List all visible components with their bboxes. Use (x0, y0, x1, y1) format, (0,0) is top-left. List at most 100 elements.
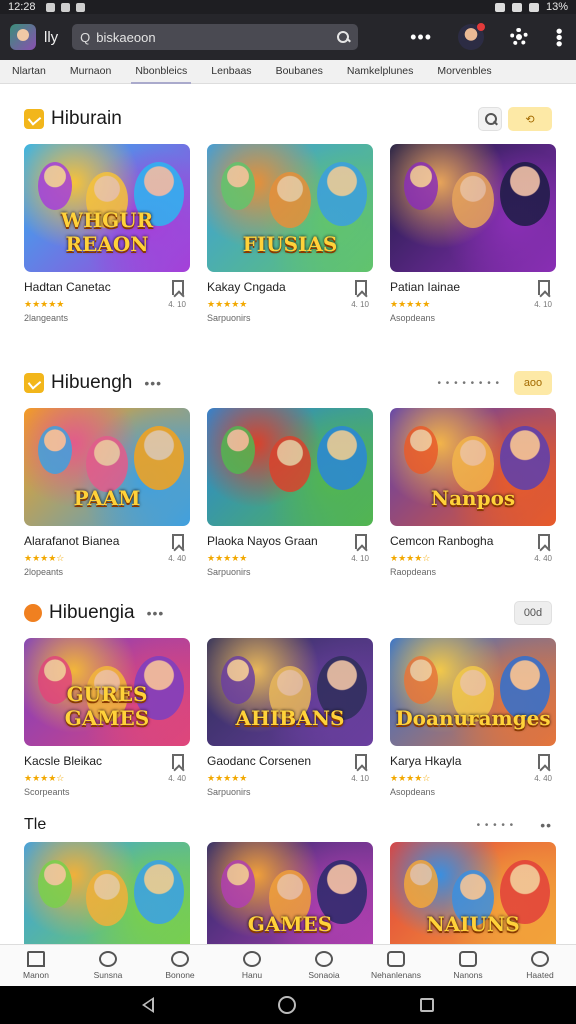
game-thumbnail[interactable]: PAAM (24, 408, 190, 526)
rating-value: 4. 40 (534, 773, 552, 783)
bookmark-icon[interactable] (538, 280, 550, 295)
card-meta: ★★★★★ 4. 10 (207, 298, 373, 310)
more-horizontal-icon[interactable]: ••• (410, 28, 432, 46)
nav-item-1[interactable]: Sunsna (78, 951, 138, 980)
nav-item-7[interactable]: Haated (510, 951, 570, 980)
bookmark-icon[interactable] (538, 754, 550, 769)
section-actions: • • • • • •• (477, 817, 552, 833)
home-circle-icon[interactable] (278, 996, 296, 1014)
section-action-pill[interactable]: 00d (514, 601, 552, 625)
card-meta: ★★★★★ 4. 10 (24, 298, 190, 310)
app-logo-icon[interactable] (10, 24, 36, 50)
section-action-pill[interactable]: aoo (514, 371, 552, 395)
search-input[interactable] (96, 29, 331, 45)
game-card[interactable]: GURES GAMES Kacsle Bleikac ★★★★☆ 4. 40 Sc… (24, 638, 190, 797)
section-search-button[interactable] (478, 107, 502, 131)
game-thumbnail[interactable]: Doanuramges (390, 638, 556, 746)
game-thumbnail[interactable]: Nanpos (390, 408, 556, 526)
character-figure (452, 436, 494, 492)
tab-4[interactable]: Boubanes (276, 60, 323, 84)
character-figure (317, 162, 367, 226)
category-tabs: Nlartan Murnaon Nbonbleics Lenbaas Bouba… (0, 60, 576, 84)
nav-item-2[interactable]: Bonone (150, 951, 210, 980)
game-thumbnail[interactable]: NAIUNS (390, 842, 556, 944)
bookmark-icon[interactable] (355, 534, 367, 549)
character-figure (221, 860, 255, 908)
game-thumbnail[interactable]: AHIBANS (207, 638, 373, 746)
bookmark-icon[interactable] (355, 754, 367, 769)
game-card[interactable]: NAIUNS (390, 842, 556, 944)
game-card[interactable] (24, 842, 190, 944)
search-icon[interactable] (336, 30, 350, 44)
game-card[interactable]: WHGUR REAON Hadtan Canetac ★★★★★ 4. 10 2l… (24, 144, 190, 323)
game-card[interactable]: Plaoka Nayos Graan ★★★★★ 4. 10 Sarpuonirs (207, 408, 373, 577)
more-horizontal-icon[interactable]: ••• (144, 375, 162, 391)
more-horizontal-icon[interactable]: •• (540, 817, 552, 833)
bookmark-icon[interactable] (538, 534, 550, 549)
tab-0[interactable]: Nlartan (12, 60, 46, 84)
card-row: WHGUR REAON Hadtan Canetac ★★★★★ 4. 10 2l… (24, 144, 556, 323)
more-horizontal-icon[interactable]: ••• (147, 605, 165, 621)
character-figure (221, 656, 255, 704)
game-thumbnail[interactable] (390, 144, 556, 272)
nav-item-0[interactable]: Manon (6, 951, 66, 980)
nav-label: Haated (526, 970, 554, 980)
game-card[interactable]: GAMES (207, 842, 373, 944)
bookmark-icon[interactable] (172, 754, 184, 769)
nav-item-4[interactable]: Sonaoia (294, 951, 354, 980)
card-title: Alarafanot Bianea (24, 534, 120, 548)
nav-label: Bonone (165, 970, 195, 980)
nav-item-5[interactable]: Nehanlenans (366, 951, 426, 980)
search-bar[interactable]: Q (72, 24, 359, 50)
section-icon (24, 109, 44, 129)
nav-item-3[interactable]: Hanu (222, 951, 282, 980)
card-title: Kacsle Bleikac (24, 754, 103, 768)
inbox-icon (387, 951, 405, 967)
thumbnail-text: AHIBANS (235, 706, 345, 730)
tab-1[interactable]: Murnaon (70, 60, 111, 84)
gear-icon[interactable] (510, 28, 528, 46)
recent-apps-icon[interactable] (420, 998, 434, 1012)
section-action-pill[interactable]: ⟲ (508, 107, 552, 131)
game-thumbnail[interactable] (24, 842, 190, 944)
section-title: Hibuengh (51, 372, 133, 393)
character-figure (452, 172, 494, 228)
game-card[interactable]: Nanpos Cemcon Ranbogha ★★★★☆ 4. 40 Raopde… (390, 408, 556, 577)
thumbnail-text: WHGUR REAON (60, 208, 154, 256)
status-time: 12:28 (8, 1, 36, 13)
game-thumbnail[interactable] (207, 408, 373, 526)
card-subtitle: Asopdeans (390, 787, 436, 797)
game-card[interactable]: Doanuramges Karya Hkayla ★★★★☆ 4. 40 Asop… (390, 638, 556, 797)
game-thumbnail[interactable]: GURES GAMES (24, 638, 190, 746)
bookmark-icon[interactable] (172, 534, 184, 549)
back-icon[interactable] (142, 997, 154, 1013)
divider-dots: • • • • • • • • (437, 377, 500, 389)
overflow-menu-icon[interactable]: ••• (549, 28, 569, 47)
card-meta: ★★★★☆ 4. 40 (24, 552, 190, 564)
bookmark-icon[interactable] (355, 280, 367, 295)
location-icon (243, 951, 261, 967)
tab-3[interactable]: Lenbaas (211, 60, 251, 84)
game-card[interactable]: PAAM Alarafanot Bianea ★★★★☆ 4. 40 2lopea… (24, 408, 190, 577)
tab-2[interactable]: Nbonbleics (131, 60, 192, 84)
game-thumbnail[interactable]: WHGUR REAON (24, 144, 190, 272)
game-thumbnail[interactable]: FIUSIAS (207, 144, 373, 272)
nav-item-6[interactable]: Nanons (438, 951, 498, 980)
avatar[interactable] (458, 23, 485, 50)
card-row: PAAM Alarafanot Bianea ★★★★☆ 4. 40 2lopea… (24, 408, 556, 577)
rating-stars: ★★★★☆ (24, 772, 65, 783)
game-card[interactable]: Patian Iainae ★★★★★ 4. 10 Asopdeans (390, 144, 556, 323)
tab-6[interactable]: Morvenbles (437, 60, 491, 84)
game-card[interactable]: AHIBANS Gaodanc Corsenen ★★★★★ 4. 10 Sarp… (207, 638, 373, 797)
content-feed[interactable]: Hiburain ⟲ WHGUR REAON Hadtan Canetac ★★… (0, 84, 576, 944)
section-title: Hiburain (51, 108, 122, 129)
card-meta: ★★★★☆ 4. 40 (390, 772, 556, 784)
rating-value: 4. 10 (168, 299, 186, 309)
game-card[interactable]: FIUSIAS Kakay Cngada ★★★★★ 4. 10 Sarpuoni… (207, 144, 373, 323)
tab-5[interactable]: Namkelplunes (347, 60, 414, 84)
character-figure (269, 436, 311, 492)
game-thumbnail[interactable]: GAMES (207, 842, 373, 944)
bookmark-icon[interactable] (172, 280, 184, 295)
character-figure (86, 436, 128, 492)
section-title: Hibuengia (49, 602, 135, 623)
